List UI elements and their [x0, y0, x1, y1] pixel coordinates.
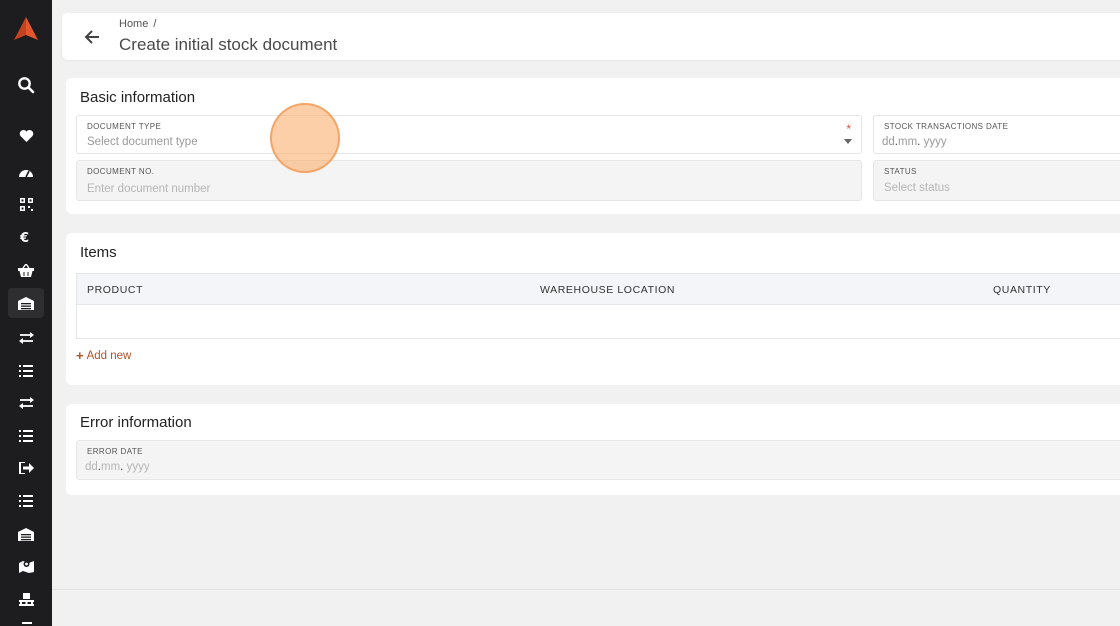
qr-code-icon[interactable] [8, 189, 44, 219]
list-icon[interactable] [8, 421, 44, 451]
arrow-left-icon [84, 30, 99, 44]
stock-date-placeholder: dd.mm. yyyy [882, 136, 947, 148]
field-label: STOCK TRANSACTIONS DATE [884, 122, 1009, 131]
date-day: dd [882, 136, 895, 148]
back-button[interactable] [80, 25, 104, 49]
page-title: Create initial stock document [119, 35, 338, 54]
basic-information-card: Basic information DOCUMENT TYPE Select d… [66, 78, 1120, 214]
warehouse-icon[interactable] [8, 519, 44, 549]
heart-icon[interactable] [8, 121, 44, 151]
table-header: PRODUCT WAREHOUSE LOCATION QUANTITY [77, 274, 1120, 305]
document-number-field: DOCUMENT NO. Enter document number [76, 160, 862, 201]
sidebar: € [0, 0, 52, 626]
breadcrumb-home[interactable]: Home [119, 18, 148, 30]
stock-transactions-date-field[interactable]: STOCK TRANSACTIONS DATE dd.mm. yyyy [873, 115, 1120, 154]
error-information-card: Error information ERROR DATE dd.mm. yyyy [66, 404, 1120, 495]
field-label: DOCUMENT TYPE [87, 122, 162, 131]
error-date-field: ERROR DATE dd.mm. yyyy [76, 440, 1120, 480]
date-separator: . [120, 461, 124, 473]
search-icon[interactable] [8, 70, 44, 100]
page-header: Home / Create initial stock document [62, 13, 1120, 60]
section-title: Error information [80, 414, 192, 431]
basket-icon[interactable] [8, 255, 44, 285]
date-year: yyyy [923, 136, 947, 148]
status-field: STATUS Select status [873, 160, 1120, 201]
click-indicator [270, 103, 340, 173]
status-placeholder: Select status [884, 182, 950, 194]
transfer-icon[interactable] [8, 323, 44, 353]
field-label: DOCUMENT NO. [87, 167, 155, 176]
date-month: mm [101, 461, 121, 473]
map-marker-icon[interactable] [8, 551, 44, 581]
add-new-label: Add new [86, 349, 132, 362]
error-date-placeholder: dd.mm. yyyy [85, 461, 150, 473]
transfer-icon[interactable] [8, 388, 44, 418]
field-label: STATUS [884, 167, 917, 176]
document-number-placeholder: Enter document number [87, 183, 211, 195]
date-separator: . [917, 136, 921, 148]
sign-out-icon[interactable] [8, 453, 44, 483]
document-type-select[interactable]: DOCUMENT TYPE Select document type * [76, 115, 862, 154]
more-icon [22, 622, 32, 624]
section-title: Items [80, 244, 117, 261]
column-header-product[interactable]: PRODUCT [87, 284, 143, 296]
column-header-warehouse-location[interactable]: WAREHOUSE LOCATION [540, 284, 675, 296]
dashboard-icon[interactable] [8, 157, 44, 187]
chevron-down-icon [844, 139, 852, 144]
items-card: Items PRODUCT WAREHOUSE LOCATION QUANTIT… [66, 233, 1120, 385]
date-day: dd [85, 461, 98, 473]
document-type-placeholder: Select document type [87, 136, 198, 148]
list-icon[interactable] [8, 486, 44, 516]
svg-text:€: € [20, 231, 29, 244]
app-logo[interactable] [13, 16, 39, 42]
pallet-icon[interactable] [8, 584, 44, 614]
list-icon[interactable] [8, 356, 44, 386]
date-year: yyyy [126, 461, 150, 473]
items-table: PRODUCT WAREHOUSE LOCATION QUANTITY [76, 273, 1120, 339]
warehouse-icon[interactable] [8, 288, 44, 318]
euro-icon[interactable]: € [8, 222, 44, 252]
column-header-quantity[interactable]: QUANTITY [993, 284, 1051, 296]
field-label: ERROR DATE [87, 447, 143, 456]
add-new-button[interactable]: + Add new [76, 348, 131, 363]
required-marker: * [846, 122, 851, 136]
plus-icon: + [76, 348, 84, 363]
section-title: Basic information [80, 89, 196, 106]
breadcrumb-separator: / [153, 18, 157, 30]
breadcrumb: Home / [119, 18, 156, 30]
date-month: mm [898, 136, 918, 148]
footer-divider [52, 589, 1120, 590]
